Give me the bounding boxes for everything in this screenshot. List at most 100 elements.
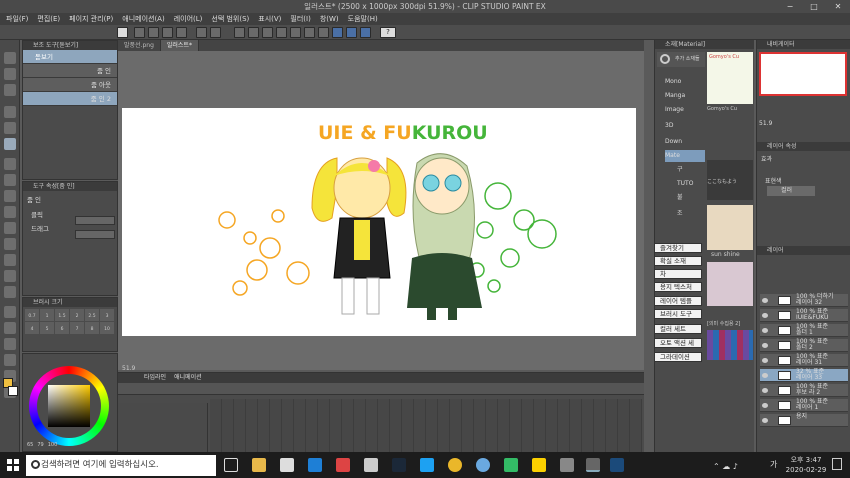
layer-row[interactable]: 용지 [760,414,848,427]
clock-time[interactable]: 오후 3:47 [786,455,826,465]
save-icon[interactable] [162,27,173,38]
layer-row[interactable]: 100 % 표준 후보 라 2 [760,384,848,397]
material-list-layer-template[interactable]: 레이어 템플 [654,296,702,306]
layer-row[interactable]: 100 % 표준 폴더 2 [760,339,848,352]
pen-tool-icon[interactable] [4,158,16,170]
steam-icon[interactable] [392,458,406,472]
visibility-eye-icon[interactable] [762,358,768,363]
brush-size-cell[interactable]: 5 [40,322,54,334]
material-folder-manga[interactable]: Manga [665,90,685,102]
material-thumb-5[interactable] [707,330,753,360]
transform-icon[interactable] [276,27,287,38]
drag-setting-control[interactable] [75,230,115,239]
selection-icon[interactable] [318,27,329,38]
selection-tool-icon[interactable] [4,106,16,118]
app-icon-blue[interactable] [476,458,490,472]
minimize-button[interactable]: − [778,0,802,13]
store-icon[interactable] [280,458,294,472]
brush-size-cell[interactable]: 8 [85,322,99,334]
layer-row[interactable]: 32 % 표준 레이어 33 [760,369,848,382]
taskbar-search-box[interactable]: 검색하려면 여기에 입력하십시오. [26,455,216,476]
brush-size-cell[interactable]: 4 [25,322,39,334]
brush-size-cell[interactable]: 7 [70,322,84,334]
deselect-icon[interactable] [290,27,301,38]
special-ruler-snap-icon[interactable] [360,27,371,38]
material-list-favorites[interactable]: 즐겨찾기 [654,243,702,253]
tab-timeline[interactable]: 타임라인 [144,373,166,383]
click-setting-control[interactable] [75,216,115,225]
brush-size-cell[interactable]: 3 [100,309,114,321]
material-list-cha[interactable]: 차 [654,269,702,279]
menu-view[interactable]: 표시(V) [258,13,281,25]
brush-size-cell[interactable]: 10 [100,322,114,334]
menu-page[interactable]: 페이지 관리(P) [69,13,113,25]
material-list-gradient[interactable]: 그라데이션 [654,352,702,362]
sub-tool-zoom-in-2[interactable]: 줌 인 2 [23,92,117,106]
clip-studio-taskbar-icon[interactable] [586,458,600,472]
menu-help[interactable]: 도움말(H) [348,13,378,25]
visibility-eye-icon[interactable] [762,418,768,423]
undo-icon[interactable] [196,27,207,38]
tab-animation[interactable]: 애니메이션 [174,373,202,383]
material-folder-mono[interactable]: Mono [665,76,681,88]
material-folder-jo[interactable]: 조 [677,208,683,220]
menu-animation[interactable]: 애니메이션(A) [122,13,164,25]
eraser-tool-icon[interactable] [4,238,16,250]
eyedropper-tool-icon[interactable] [4,138,16,150]
menu-selection[interactable]: 선택 범위(S) [211,13,249,25]
material-folder-download[interactable]: Down [665,136,682,148]
saturation-value-square[interactable] [48,385,90,427]
sub-color-swatch[interactable] [8,386,18,396]
open-file-icon[interactable] [148,27,159,38]
twitter-icon[interactable] [420,458,434,472]
material-folder-image[interactable]: Image [665,104,684,116]
move-tool-icon[interactable] [4,68,16,80]
clear-outside-icon[interactable] [248,27,259,38]
decoration-tool-icon[interactable] [4,222,16,234]
layer-row[interactable]: 100 % 표준 폴더 1 [760,324,848,337]
material-folder-gu[interactable]: 구 [677,164,683,176]
menu-window[interactable]: 창(W) [320,13,339,25]
sub-tool-magnifier[interactable]: 돋보기 [23,50,117,64]
timeline-track-list[interactable] [118,403,208,453]
frame-tool-icon[interactable] [4,322,16,334]
brush-size-cell[interactable]: 2 [70,309,84,321]
tab-illust[interactable]: 일러스트* [160,40,199,51]
edge-icon[interactable] [308,458,322,472]
new-file-icon[interactable] [134,27,145,38]
ruler-snap-icon[interactable] [332,27,343,38]
chrome-icon[interactable] [448,458,462,472]
mail-icon[interactable] [364,458,378,472]
operation-tool-icon[interactable] [4,84,16,96]
maximize-button[interactable]: □ [802,0,826,13]
material-list-brush-tool[interactable]: 브러시 도구 [654,309,702,319]
fill-color-icon[interactable] [176,27,187,38]
material-list-paper-texture[interactable]: 용지 텍스처 [654,282,702,292]
tab-balloon-png[interactable]: 말풍선.png [118,40,161,51]
visibility-eye-icon[interactable] [762,388,768,393]
file-explorer-icon[interactable] [252,458,266,472]
clock-date[interactable]: 2020-02-29 [784,466,828,474]
brush-size-cell[interactable]: 1 [40,309,54,321]
material-thumb-4[interactable] [707,262,753,306]
brush-size-cell[interactable]: 6 [55,322,69,334]
grid-snap-icon[interactable] [346,27,357,38]
app-icon-red[interactable] [336,458,350,472]
menu-layer[interactable]: 레이어(L) [174,13,203,25]
visibility-eye-icon[interactable] [762,403,768,408]
timeline-controls[interactable] [118,383,644,395]
notification-icon[interactable] [832,458,842,470]
app-icon-gray[interactable] [560,458,574,472]
gradient-tool-icon[interactable] [4,286,16,298]
lasso-tool-icon[interactable] [4,122,16,134]
material-list-color-set[interactable]: 컬러 세트 [654,324,702,334]
magnifier-tool-icon[interactable] [4,52,16,64]
blend-tool-icon[interactable] [4,254,16,266]
ruler-tool-icon[interactable] [4,338,16,350]
layer-row[interactable]: 100 % 더하기 레이어 32 [760,294,848,307]
close-button[interactable]: ✕ [826,0,850,13]
material-thumb-1[interactable]: Gomyo's Cu [707,52,753,104]
text-tool-icon[interactable] [4,354,16,366]
windows-start-icon[interactable] [7,459,19,471]
material-folder-bul[interactable]: 불 [677,192,683,204]
